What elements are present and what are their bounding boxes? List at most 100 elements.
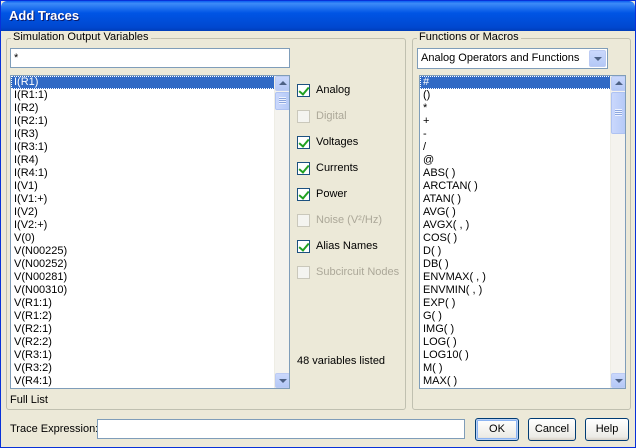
list-item[interactable]: V(R3:1) [11,349,289,362]
variables-list: I(R1) I(R1:1) I(R2) I(R2:1) I(R3) I(R3:1) I(R4… [11,76,289,388]
checkbox[interactable] [297,187,310,201]
list-item[interactable]: DB( ) [420,258,625,271]
list-item[interactable]: V(N00252) [11,258,289,271]
checkbox [297,109,310,123]
list-item[interactable]: ABS( ) [420,167,625,180]
list-item[interactable]: V(R3:2) [11,362,289,375]
list-item[interactable]: * [420,102,625,115]
option-power[interactable]: Power [297,186,347,202]
function-category-dropdown[interactable]: Analog Operators and Functions [417,48,608,69]
checkbox[interactable] [297,83,310,97]
checkbox [297,265,310,279]
list-item[interactable]: I(R4) [11,154,289,167]
list-item[interactable]: @ [420,154,625,167]
title-bar[interactable]: Add Traces [1,1,635,31]
list-item[interactable]: LOG( ) [420,336,625,349]
ok-button[interactable]: OK [475,418,519,441]
list-item[interactable]: D( ) [420,245,625,258]
checkbox-label: Subcircuit Nodes [316,266,400,278]
list-item[interactable]: COS( ) [420,232,625,245]
list-item[interactable]: / [420,141,625,154]
functions-listbox[interactable]: #() * + - / @ ABS( ) ARCTAN( ) ATAN( ) AVG( ) AVGX… [419,75,626,389]
option-voltages[interactable]: Voltages [297,134,358,150]
cancel-button[interactable]: Cancel [528,418,576,441]
checkbox-label: Noise (V²/Hz) [316,214,383,226]
list-item[interactable]: V(N00281) [11,271,289,284]
list-item[interactable]: V(R1:2) [11,310,289,323]
scroll-thumb[interactable] [275,92,289,110]
list-item[interactable]: # [420,76,625,89]
list-item[interactable]: I(R2) [11,102,289,115]
list-item[interactable]: V(R2:2) [11,336,289,349]
list-item[interactable]: I(R4:1) [11,167,289,180]
list-item[interactable]: I(V2) [11,206,289,219]
checkbox[interactable] [297,161,310,175]
checkbox-label: Analog [316,84,351,96]
list-item[interactable]: - [420,128,625,141]
list-item[interactable]: MAX( ) [420,375,625,388]
list-item[interactable]: I(R3:1) [11,141,289,154]
list-item[interactable]: I(R1) [11,76,289,89]
checkbox-label: Power [316,188,348,200]
checkbox-label: Currents [316,162,359,174]
list-item[interactable]: V(0) [11,232,289,245]
variables-listbox[interactable]: I(R1) I(R1:1) I(R2) I(R2:1) I(R3) I(R3:1) I(R4… [10,75,290,389]
scroll-down-button[interactable] [611,373,625,388]
simulation-output-variables-label: Simulation Output Variables [11,31,151,43]
function-category-value: Analog Operators and Functions [421,52,580,64]
list-item[interactable]: IMG( ) [420,323,625,336]
list-item[interactable]: () [420,89,625,102]
scroll-down-button[interactable] [275,373,289,388]
list-item[interactable]: M( ) [420,362,625,375]
list-item[interactable]: I(V1:+) [11,193,289,206]
list-item[interactable]: I(R2:1) [11,115,289,128]
list-item[interactable]: AVG( ) [420,206,625,219]
checkbox-label: Voltages [316,136,359,148]
option-noise-v-hz: Noise (V²/Hz) [297,212,382,228]
list-item[interactable]: I(V1) [11,180,289,193]
functions-scrollbar[interactable] [610,76,625,388]
list-item[interactable]: ATAN( ) [420,193,625,206]
list-item[interactable]: LOG10( ) [420,349,625,362]
list-item[interactable]: I(V2:+) [11,219,289,232]
list-item[interactable]: V(N00310) [11,284,289,297]
option-subcircuit-nodes: Subcircuit Nodes [297,264,399,280]
list-item[interactable]: ENVMAX( , ) [420,271,625,284]
list-item[interactable]: ARCTAN( ) [420,180,625,193]
list-item[interactable]: EXP( ) [420,297,625,310]
trace-expression-input[interactable] [97,419,465,439]
list-item[interactable]: I(R3) [11,128,289,141]
option-alias-names[interactable]: Alias Names [297,238,378,254]
variables-scrollbar[interactable] [274,76,289,388]
checkbox-label: Alias Names [316,240,378,252]
list-item[interactable]: AVGX( , ) [420,219,625,232]
list-item[interactable]: V(N00225) [11,245,289,258]
option-analog[interactable]: Analog [297,82,350,98]
list-item[interactable]: V(R2:1) [11,323,289,336]
scroll-thumb[interactable] [611,92,625,134]
list-item[interactable]: + [420,115,625,128]
functions-list: #() * + - / @ ABS( ) ARCTAN( ) ATAN( ) AVG( ) AVGX… [420,76,625,388]
chevron-down-icon[interactable] [589,50,606,67]
list-item[interactable]: I(R1:1) [11,89,289,102]
checkbox [297,213,310,227]
variable-filter-input[interactable] [10,48,290,68]
list-item[interactable]: V(R1:1) [11,297,289,310]
scroll-up-button[interactable] [611,76,625,91]
scroll-up-button[interactable] [275,76,289,91]
variable-count-text: 48 variables listed [297,355,386,367]
window-title: Add Traces [9,8,80,23]
list-item[interactable]: G( ) [420,310,625,323]
arrow-down-icon [279,379,287,383]
list-item[interactable]: ENVMIN( , ) [420,284,625,297]
help-button[interactable]: Help [585,418,629,441]
checkbox-label: Digital [316,110,347,122]
arrow-down-icon [615,379,623,383]
functions-or-macros-label: Functions or Macros [417,31,521,43]
option-currents[interactable]: Currents [297,160,358,176]
list-mode-label: Full List [10,394,48,406]
checkbox[interactable] [297,135,310,149]
arrow-up-icon [615,81,623,85]
checkbox[interactable] [297,239,310,253]
list-item[interactable]: V(R4:1) [11,375,289,388]
